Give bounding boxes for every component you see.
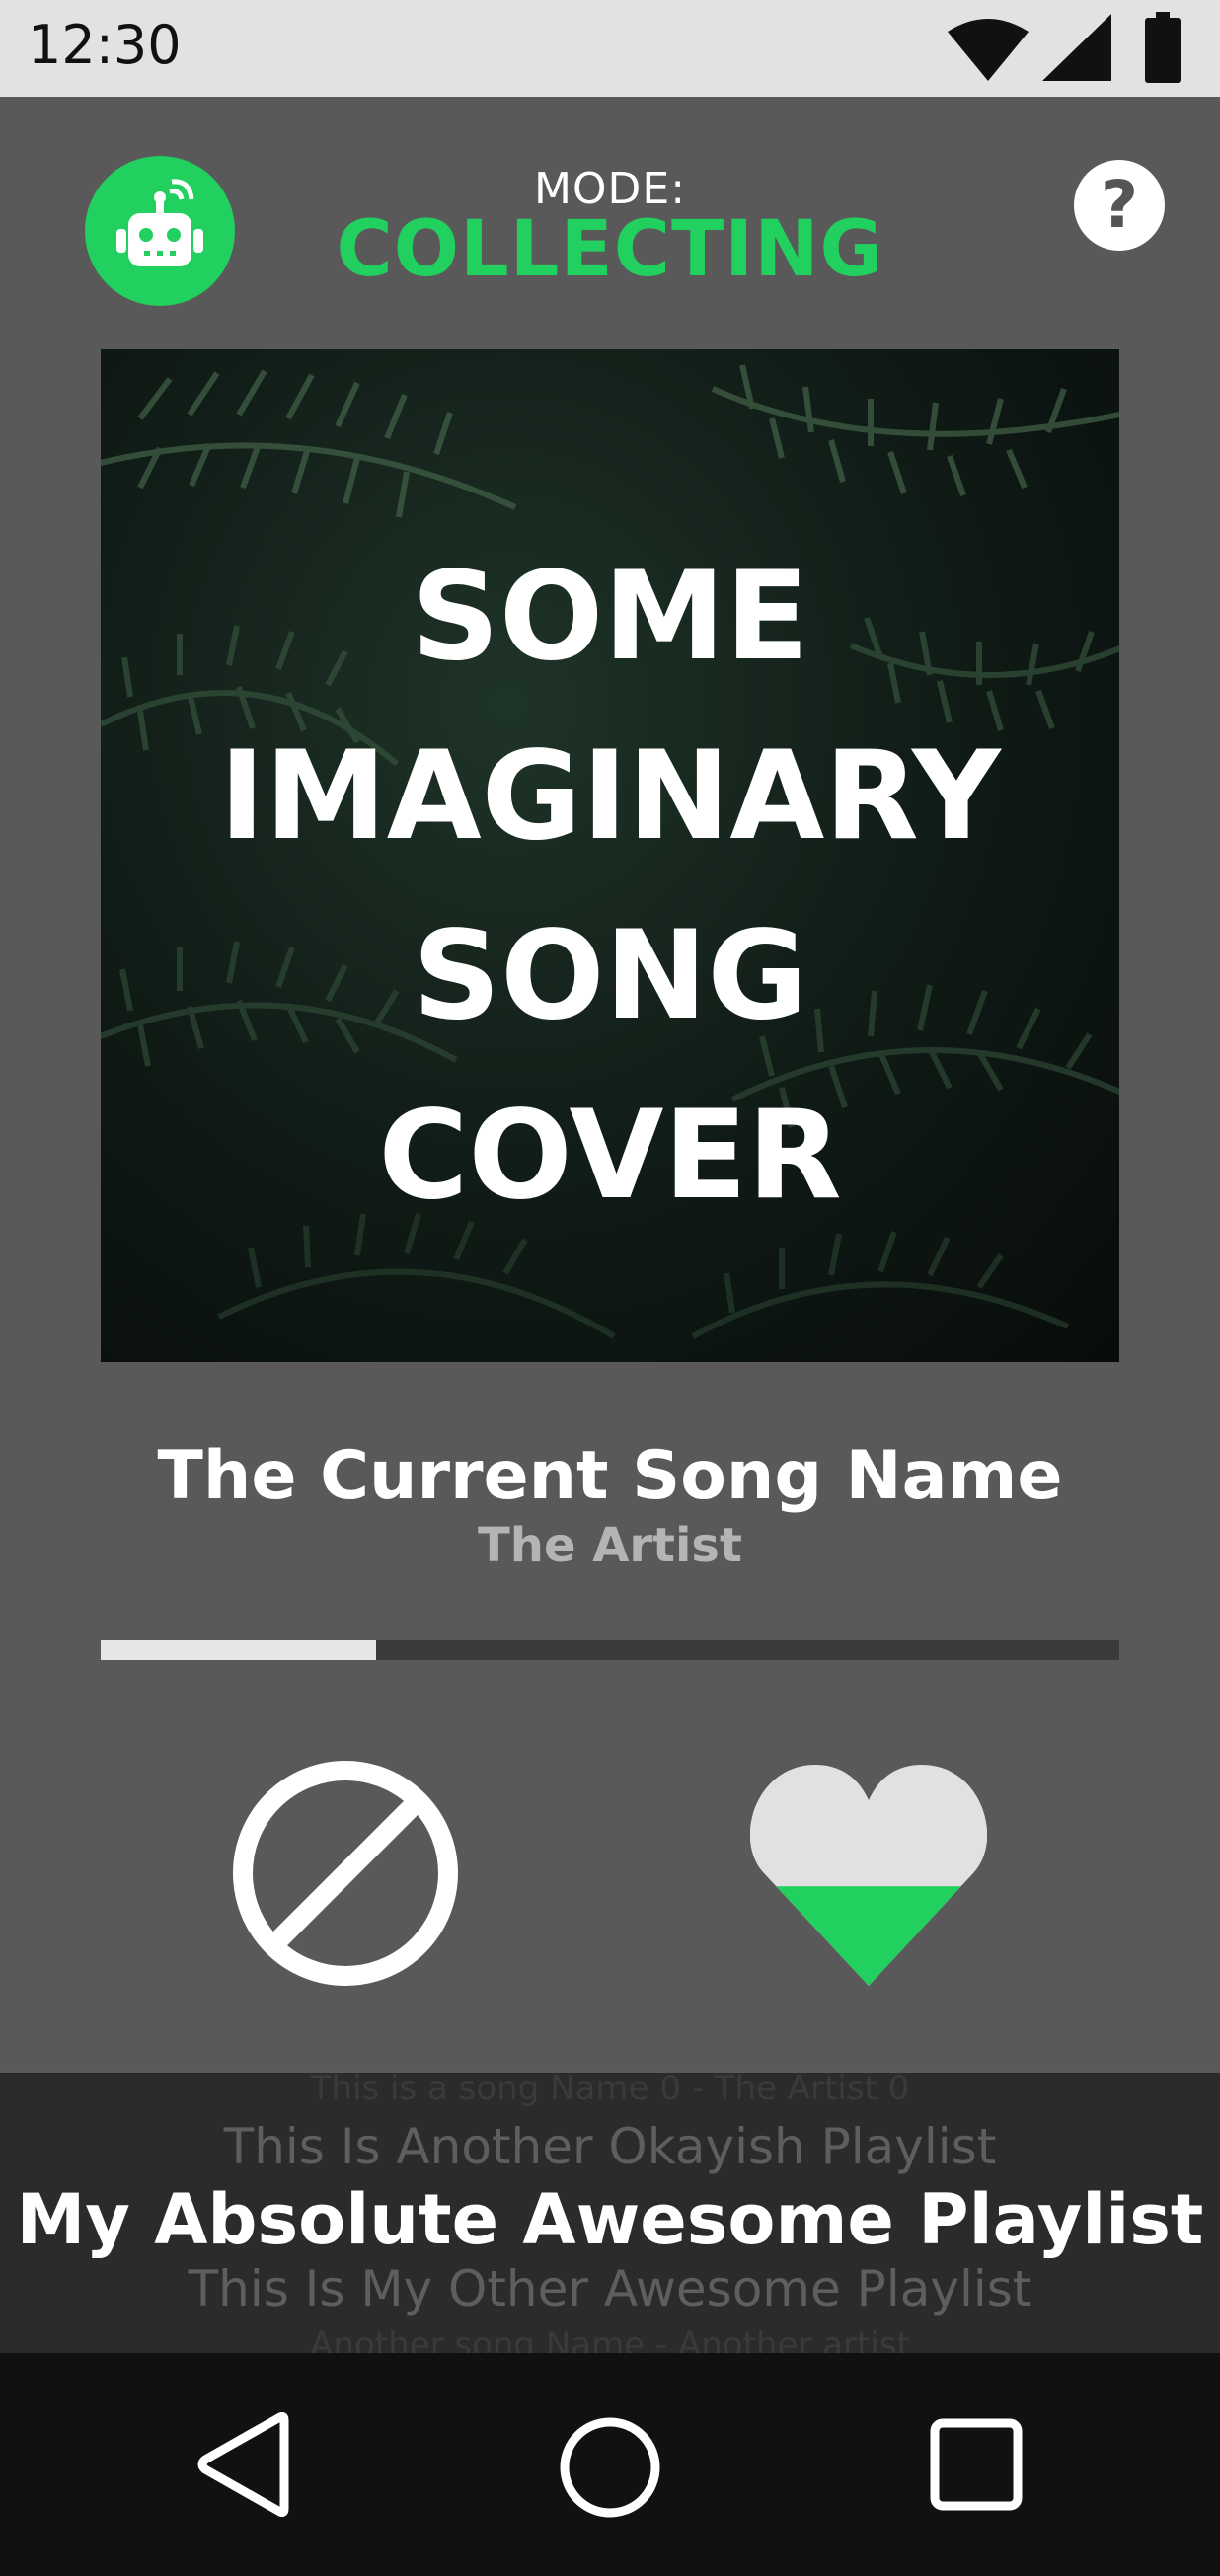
- cover-line: IMAGINARY: [219, 725, 1001, 868]
- playlist-picker[interactable]: This is a song Name 0 - The Artist 0 Thi…: [0, 2073, 1220, 2353]
- cellular-signal-icon: [1042, 14, 1111, 81]
- cover-line: COVER: [378, 1085, 842, 1227]
- song-name: The Current Song Name: [157, 1437, 1063, 1515]
- robot-mode-button[interactable]: [85, 156, 235, 306]
- cover-line: SONG: [412, 905, 808, 1047]
- recents-icon[interactable]: [930, 2418, 1023, 2511]
- playlist-item[interactable]: This Is Another Okayish Playlist: [0, 2118, 1220, 2175]
- skip-button[interactable]: [231, 1759, 460, 1988]
- status-time: 12:30: [28, 14, 182, 76]
- progress-fill: [101, 1640, 376, 1660]
- navigation-bar: [0, 2353, 1220, 2576]
- block-icon: [233, 1761, 458, 1986]
- help-icon: ?: [1100, 167, 1139, 243]
- battery-icon: [1145, 12, 1181, 83]
- playlist-item[interactable]: This is a song Name 0 - The Artist 0: [0, 2073, 1220, 2108]
- help-button[interactable]: ?: [1074, 160, 1165, 251]
- home-icon[interactable]: [559, 2416, 661, 2519]
- album-cover: SOME IMAGINARY SONG COVER: [101, 349, 1119, 1362]
- like-button[interactable]: [750, 1765, 987, 1986]
- wifi-icon: [948, 19, 1029, 81]
- heart-icon: [750, 1765, 987, 1986]
- cover-title: SOME IMAGINARY SONG COVER: [101, 527, 1119, 1246]
- playlist-item[interactable]: Another song Name - Another artist: [0, 2325, 1220, 2353]
- cover-line: SOME: [411, 546, 809, 688]
- playlist-item-selected[interactable]: My Absolute Awesome Playlist: [0, 2179, 1220, 2260]
- back-icon[interactable]: [193, 2412, 292, 2517]
- status-bar: 12:30: [0, 0, 1220, 97]
- robot-broadcast-icon: [116, 179, 203, 266]
- playlist-item[interactable]: This Is My Other Awesome Playlist: [0, 2260, 1220, 2317]
- artist-name: The Artist: [478, 1518, 742, 1573]
- player-screen: MODE: COLLECTING ? SOME IMAGINARY SONG C…: [0, 97, 1220, 2069]
- progress-bar[interactable]: [101, 1640, 1119, 1660]
- mode-value: COLLECTING: [336, 205, 884, 294]
